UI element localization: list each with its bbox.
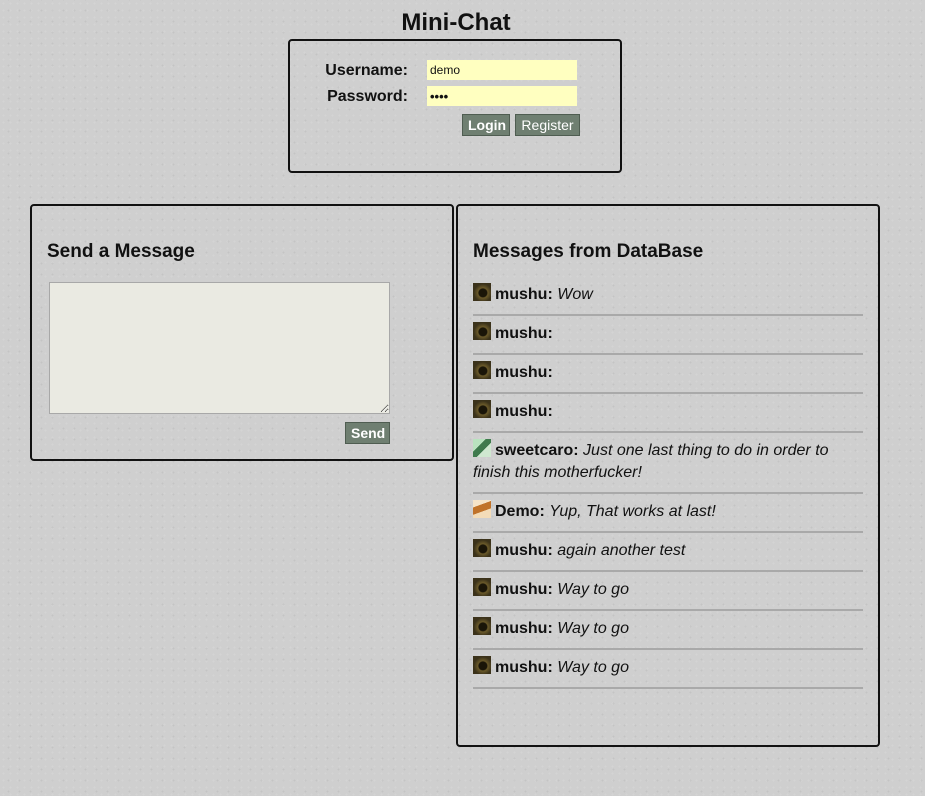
list-item: mushu: bbox=[473, 394, 863, 433]
dark-eye-avatar-icon bbox=[473, 656, 491, 674]
message-username: mushu: bbox=[495, 581, 553, 598]
list-item: Demo: Yup, That works at last! bbox=[473, 494, 863, 533]
list-item: mushu: Way to go bbox=[473, 572, 863, 611]
message-username: mushu: bbox=[495, 659, 553, 676]
message-username: mushu: bbox=[495, 286, 553, 303]
list-item: mushu: again another test bbox=[473, 533, 863, 572]
list-item: mushu: bbox=[473, 316, 863, 355]
username-input[interactable] bbox=[427, 60, 577, 80]
dark-eye-avatar-icon bbox=[473, 322, 491, 340]
send-message-panel: Send a Message Send bbox=[30, 204, 454, 461]
login-button[interactable]: Login bbox=[462, 114, 510, 136]
message-text: Way to go bbox=[557, 581, 629, 598]
dark-eye-avatar-icon bbox=[473, 617, 491, 635]
dark-eye-avatar-icon bbox=[473, 400, 491, 418]
message-username: mushu: bbox=[495, 364, 553, 381]
login-form: Username: Password: Login Register bbox=[288, 39, 622, 173]
list-item: mushu: Wow bbox=[473, 277, 863, 316]
message-username: Demo: bbox=[495, 503, 545, 520]
message-text: Yup, That works at last! bbox=[549, 503, 716, 520]
password-row: Password: bbox=[290, 86, 620, 108]
dark-eye-avatar-icon bbox=[473, 539, 491, 557]
password-input[interactable] bbox=[427, 86, 577, 106]
messages-title: Messages from DataBase bbox=[473, 241, 704, 262]
dark-eye-avatar-icon bbox=[473, 283, 491, 301]
username-label: Username: bbox=[325, 62, 408, 79]
message-text: Way to go bbox=[557, 620, 629, 637]
message-username: mushu: bbox=[495, 620, 553, 637]
messages-panel: Messages from DataBase mushu: Wow mushu:… bbox=[456, 204, 880, 747]
password-label: Password: bbox=[327, 88, 408, 105]
dark-eye-avatar-icon bbox=[473, 578, 491, 596]
app-title: Mini-Chat bbox=[401, 9, 511, 36]
message-username: sweetcaro: bbox=[495, 442, 579, 459]
message-username: mushu: bbox=[495, 542, 553, 559]
message-text: Way to go bbox=[557, 659, 629, 676]
message-textarea[interactable] bbox=[49, 282, 390, 414]
register-button[interactable]: Register bbox=[515, 114, 580, 136]
message-text: again another test bbox=[557, 542, 686, 559]
tan-portrait-avatar-icon bbox=[473, 500, 491, 518]
list-item: mushu: bbox=[473, 355, 863, 394]
message-list: mushu: Wow mushu: mushu: mushu: sweetcar… bbox=[473, 277, 863, 689]
list-item: sweetcaro: Just one last thing to do in … bbox=[473, 433, 863, 494]
username-row: Username: bbox=[290, 60, 620, 82]
green-portrait-avatar-icon bbox=[473, 439, 491, 457]
list-item: mushu: Way to go bbox=[473, 650, 863, 689]
message-text: Wow bbox=[557, 286, 593, 303]
dark-eye-avatar-icon bbox=[473, 361, 491, 379]
send-button[interactable]: Send bbox=[345, 422, 390, 444]
message-username: mushu: bbox=[495, 403, 553, 420]
list-item: mushu: Way to go bbox=[473, 611, 863, 650]
message-username: mushu: bbox=[495, 325, 553, 342]
send-message-title: Send a Message bbox=[47, 241, 195, 262]
